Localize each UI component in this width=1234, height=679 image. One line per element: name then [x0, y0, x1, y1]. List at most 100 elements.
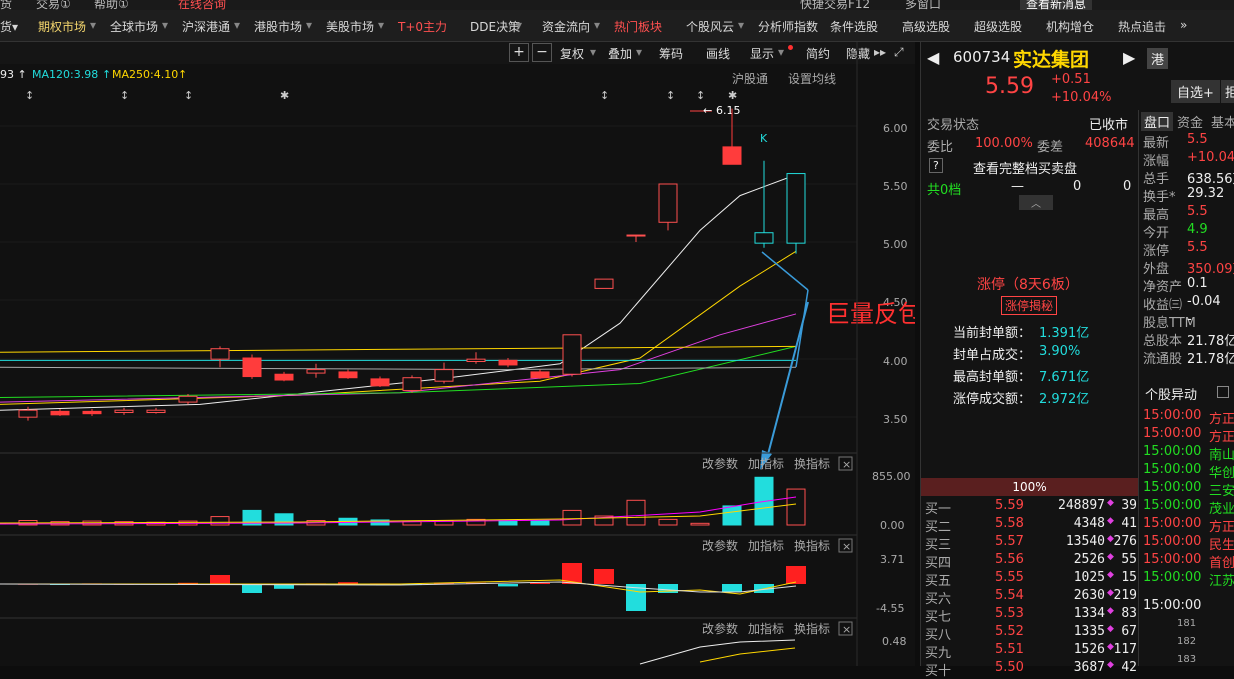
yidong-stock[interactable]: 民生: [1209, 534, 1234, 553]
nav-item-us[interactable]: 美股市场: [326, 18, 374, 35]
kline-chart[interactable]: 6.00 5.50 5.00 4.50 4.00 3.50 ↕ ↕ ↕ ✱ ↕ …: [0, 42, 915, 666]
nav-item-condition[interactable]: 条件选股: [830, 18, 878, 35]
candle-body: [658, 183, 678, 223]
menu-help[interactable]: 帮助①: [94, 0, 129, 10]
bid-marker-icon: ◆: [1107, 516, 1114, 526]
macd-bar: [242, 584, 262, 593]
extra-button[interactable]: 拒: [1221, 80, 1234, 103]
full-book-link[interactable]: 查看完整档买卖盘: [973, 158, 1077, 177]
limit-stat-value: 1.391亿: [1039, 326, 1090, 341]
nav-prev[interactable]: 货▾: [0, 18, 18, 35]
yidong-stock[interactable]: 南山: [1209, 444, 1234, 463]
bid-volume: 1025: [1073, 570, 1105, 585]
tab-zijin[interactable]: 资金: [1177, 112, 1203, 131]
bid-label: 买一: [925, 502, 952, 517]
bid-price: 5.54: [995, 588, 1024, 603]
event-marker-icon: ↕: [184, 89, 193, 102]
nav-item-inst[interactable]: 机构增仓: [1046, 18, 1094, 35]
nav-item-fund-flow-arrow: ▾: [594, 18, 601, 32]
bid-volume: 2630: [1073, 588, 1105, 603]
bid-count: 83: [1121, 606, 1137, 621]
bid-label: 买七: [925, 610, 952, 625]
nav-item-analyst[interactable]: 分析师指数: [758, 18, 818, 35]
candle-body: [530, 371, 550, 379]
weicha-value: 408644: [1085, 136, 1135, 151]
menu-trade[interactable]: 交易①: [36, 0, 71, 10]
bid-marker-icon: ◆: [1107, 588, 1114, 598]
candle-body: [146, 409, 166, 414]
yidong-stock[interactable]: 方正: [1209, 426, 1234, 445]
quote-value: 5.5: [1187, 204, 1208, 219]
yidong-time: 15:00:00: [1143, 408, 1202, 423]
menu-goods[interactable]: 货: [0, 0, 12, 10]
quote-label: 外盘: [1143, 262, 1170, 277]
bid-price: 5.59: [995, 498, 1024, 513]
help-icon[interactable]: ?: [929, 158, 943, 173]
nav-item-hot[interactable]: 热门板块: [614, 18, 662, 35]
yidong-stock[interactable]: 首创: [1209, 552, 1234, 571]
yidong-checkbox[interactable]: [1217, 386, 1229, 398]
price-tick: 3.50: [883, 413, 908, 426]
menu-new-message[interactable]: 查看新消息: [1020, 0, 1093, 10]
yidong-stock[interactable]: 茂业: [1209, 498, 1234, 517]
bid-price: 5.52: [995, 624, 1024, 639]
event-marker-icon: ✱: [280, 89, 289, 102]
yidong-stock[interactable]: 江苏: [1209, 570, 1234, 589]
quote-value: 29.32: [1187, 186, 1225, 201]
yidong-stock[interactable]: 方正: [1209, 516, 1234, 535]
nav-more-button[interactable]: »: [1180, 18, 1187, 32]
stock-code: 600734: [953, 48, 1011, 66]
yidong-stock[interactable]: 方正: [1209, 408, 1234, 427]
limit-reveal-button[interactable]: 涨停揭秘: [1001, 296, 1058, 315]
prev-stock-icon[interactable]: ◀: [927, 48, 939, 67]
bid-count: 39: [1121, 498, 1137, 513]
yidong-time: 15:00:00: [1143, 570, 1202, 585]
tab-jiben[interactable]: 基本: [1211, 112, 1234, 131]
chart-area: + − 复权 ▾ 叠加 ▾ 筹码 画线 显示 ▾ 简约 隐藏 ▸▸ ⤢ 93 ↑ MA1…: [0, 42, 915, 666]
yidong-stock[interactable]: 华创: [1209, 462, 1234, 481]
menu-quick-trade[interactable]: 快捷交易F12: [800, 0, 870, 10]
ind3-line: [699, 647, 796, 663]
quote-value: 638.56万: [1187, 172, 1234, 187]
yidong-stock[interactable]: 三安: [1209, 480, 1234, 499]
volume-bar: [786, 488, 806, 526]
nav-item-advanced[interactable]: 高级选股: [902, 18, 950, 35]
nav-item-super[interactable]: 超级选股: [974, 18, 1022, 35]
tab-pankou[interactable]: 盘口: [1141, 112, 1174, 131]
quote-label: 流通股: [1143, 352, 1183, 367]
nav-item-us-arrow: ▾: [378, 18, 385, 32]
bid-marker-icon: ◆: [1107, 570, 1114, 580]
menu-online[interactable]: 在线咨询: [178, 0, 226, 10]
nav-item-t0[interactable]: T+0主力: [398, 18, 447, 35]
hk-badge[interactable]: 港: [1147, 48, 1169, 69]
status-label: 交易状态: [927, 118, 980, 133]
yidong-time: 15:00:00: [1143, 444, 1202, 459]
nav-item-fund-flow[interactable]: 资金流向: [542, 18, 590, 35]
nav-item-dde[interactable]: DDE决策: [470, 18, 520, 35]
candle-body: [306, 369, 326, 374]
watchlist-button[interactable]: 自选+: [1171, 80, 1220, 103]
ind3-add-button: 加指标: [748, 621, 784, 636]
next-stock-icon[interactable]: ▶: [1123, 48, 1135, 67]
quote-label: 收益㈢: [1143, 298, 1183, 313]
quote-label: 总手: [1143, 172, 1170, 187]
bid-label: 买五: [925, 574, 952, 589]
nav-item-hsgt[interactable]: 沪深港通: [182, 18, 230, 35]
quote-value: 350.09万: [1187, 262, 1234, 277]
nav-item-global[interactable]: 全球市场: [110, 18, 158, 35]
annotation-label: 巨量反包: [826, 300, 915, 328]
quote-panel: ◀ 600734 实达集团 ▶ 港 5.59 +0.51 +10.04% 自选+…: [920, 42, 1234, 679]
event-marker-icon: ↕: [696, 89, 705, 102]
nav-item-hk[interactable]: 港股市场: [254, 18, 302, 35]
weicha-label: 委差: [1037, 140, 1064, 155]
ind3-line: [639, 639, 796, 665]
nav-item-global-arrow: ▾: [162, 18, 169, 32]
nav-item-hotspot[interactable]: 热点追击: [1118, 18, 1166, 35]
nav-item-stock-wind[interactable]: 个股风云: [686, 18, 734, 35]
vol-add-button: 加指标: [748, 456, 784, 471]
collapse-icon[interactable]: ︿: [1019, 195, 1053, 210]
menu-multi-window[interactable]: 多窗口: [905, 0, 941, 10]
volume-bar: [626, 499, 646, 526]
nav-item-options[interactable]: 期权市场: [38, 18, 86, 35]
bid-volume: 248897: [1058, 498, 1105, 513]
